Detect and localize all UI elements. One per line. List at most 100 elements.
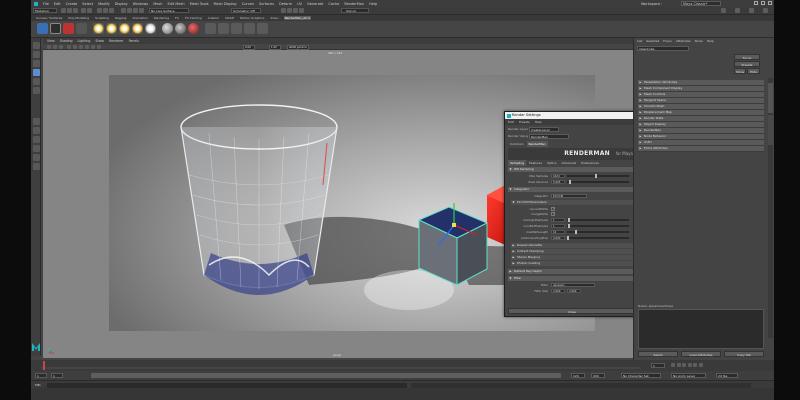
menu-edit[interactable]: Edit xyxy=(54,2,61,6)
menu-select[interactable]: Select xyxy=(82,2,93,6)
photon-guiding-prob-slider[interactable] xyxy=(567,236,629,240)
filter-size-x-field[interactable]: 2.000 xyxy=(551,288,565,293)
attribute-editor-side-tab[interactable] xyxy=(768,83,773,113)
maximize-icon[interactable] xyxy=(761,1,765,5)
max-samples-slider[interactable] xyxy=(567,174,629,178)
step-forward-icon[interactable] xyxy=(693,363,697,367)
light-disk-icon[interactable] xyxy=(132,23,143,34)
tab-sampling[interactable]: Sampling xyxy=(508,160,527,166)
menu-edit-mesh[interactable]: Edit Mesh xyxy=(167,2,184,6)
go-start-icon[interactable] xyxy=(671,363,675,367)
select-button[interactable]: Select xyxy=(638,351,678,357)
paint-select-icon[interactable] xyxy=(32,60,40,67)
persp-outliner-icon[interactable] xyxy=(32,136,40,143)
dialog-close-button[interactable]: Close xyxy=(508,308,636,314)
attr-menu-list[interactable]: List xyxy=(637,39,642,43)
num-bxdf-samples-field[interactable]: 1 xyxy=(551,223,565,228)
menu-curves[interactable]: Curves xyxy=(242,2,254,6)
menu-modify[interactable]: Modify xyxy=(98,2,110,6)
textured-icon[interactable] xyxy=(85,44,89,49)
material-glass-icon[interactable] xyxy=(175,23,186,34)
section-photon-guiding[interactable]: Photon Guiding xyxy=(511,261,633,266)
pixel-variance-slider[interactable] xyxy=(567,180,629,184)
tab-preferences[interactable]: Preferences xyxy=(579,160,601,166)
tab-renderman[interactable]: RenderMan xyxy=(526,141,548,147)
hide-button[interactable]: Hide xyxy=(747,68,760,74)
range-bar[interactable] xyxy=(91,373,561,378)
shelf-tool-icon[interactable] xyxy=(231,23,242,34)
smooth-shade-icon[interactable] xyxy=(79,44,83,49)
shelf-tab-curves[interactable]: Curves / Surfaces xyxy=(35,16,63,20)
attr-row[interactable]: Object Display xyxy=(638,122,764,128)
attr-row[interactable]: Mesh Controls xyxy=(638,92,764,98)
select-tool-icon[interactable] xyxy=(32,42,40,49)
attr-row[interactable]: Node Behavior xyxy=(638,134,764,140)
material-surface-icon[interactable] xyxy=(162,23,173,34)
color-space-select[interactable]: sRGB gamma xyxy=(287,44,309,50)
attr-row[interactable]: UUID xyxy=(638,140,764,146)
menu-mesh-display[interactable]: Mesh Display xyxy=(214,2,237,6)
redo-icon[interactable] xyxy=(87,8,92,13)
playback-start-field[interactable]: 1 xyxy=(51,373,63,378)
select-object-icon[interactable] xyxy=(103,8,108,13)
hypershade-icon[interactable] xyxy=(32,163,40,170)
light-rect-icon[interactable] xyxy=(106,23,117,34)
close-icon[interactable] xyxy=(768,1,772,5)
section-vcm-parameters[interactable]: PxrVCM Parameters xyxy=(511,200,633,205)
menu-generate[interactable]: Generate xyxy=(307,2,323,6)
anim-layer-select[interactable]: No Anim Layer xyxy=(671,373,706,378)
section-integrator[interactable]: Integrator xyxy=(508,187,633,192)
bookmark-icon[interactable] xyxy=(59,44,63,49)
go-end-icon[interactable] xyxy=(698,363,703,367)
menu-create[interactable]: Create xyxy=(66,2,78,6)
shelf-tool-icon[interactable] xyxy=(205,23,216,34)
section-russian-roulette[interactable]: Russian Roulette xyxy=(511,243,633,248)
symmetry-select[interactable]: Symmetry: Off xyxy=(231,8,261,13)
select-hierarchy-icon[interactable] xyxy=(97,8,102,13)
section-indirect-clamping[interactable]: Indirect Clamping xyxy=(511,249,633,254)
attribute-editor-toggle-icon[interactable] xyxy=(735,8,740,13)
fps-select[interactable]: 24 fps xyxy=(716,373,738,378)
select-component-icon[interactable] xyxy=(109,8,114,13)
renderman-render-icon[interactable] xyxy=(37,23,48,34)
menu-help[interactable]: Help xyxy=(369,2,377,6)
snap-view-icon[interactable] xyxy=(139,8,144,13)
attr-menu-help[interactable]: Help xyxy=(707,39,714,43)
dlg-menu-edit[interactable]: Edit xyxy=(508,120,514,124)
vp-menu-lighting[interactable]: Lighting xyxy=(78,39,91,43)
snap-point-icon[interactable] xyxy=(133,8,138,13)
menu-set-select[interactable]: Modeling xyxy=(33,8,57,13)
exposure-field[interactable]: 0.00 xyxy=(243,44,255,50)
outliner-icon[interactable] xyxy=(32,145,40,152)
shelf-tool-icon[interactable] xyxy=(218,23,229,34)
render-frame-icon[interactable] xyxy=(287,8,292,13)
single-view-icon[interactable] xyxy=(32,118,40,125)
wireframe-icon[interactable] xyxy=(73,44,77,49)
renderman-settings-icon[interactable] xyxy=(76,23,87,34)
attr-menu-focus[interactable]: Focus xyxy=(663,39,672,43)
light-distant-icon[interactable] xyxy=(145,23,156,34)
vp-menu-shading[interactable]: Shading xyxy=(60,39,73,43)
four-view-icon[interactable] xyxy=(32,127,40,134)
outliner-toggle-icon[interactable] xyxy=(763,8,768,13)
attr-row[interactable]: Displacement Map xyxy=(638,110,764,116)
section-default-ray-depth[interactable]: Default Ray Depth xyxy=(508,269,633,274)
light-dome-icon[interactable] xyxy=(93,23,104,34)
shelf-tab-mash[interactable]: MASH xyxy=(224,16,235,20)
num-bxdf-samples-slider[interactable] xyxy=(567,224,629,228)
attr-row[interactable]: Extra Attributes xyxy=(638,146,764,152)
max-path-length-slider[interactable] xyxy=(567,230,629,234)
live-surface-field[interactable]: No Live Surface xyxy=(149,8,189,13)
attr-menu-selected[interactable]: Selected xyxy=(646,39,659,43)
play-back-icon[interactable] xyxy=(682,363,686,367)
attr-row[interactable]: RenderMan xyxy=(638,128,764,134)
renderman-ipr-icon[interactable] xyxy=(50,23,61,34)
tab-advanced[interactable]: Advanced xyxy=(559,160,578,166)
render-settings-icon[interactable] xyxy=(299,8,304,13)
menu-deform[interactable]: Deform xyxy=(279,2,292,6)
menu-renderman[interactable]: RenderMan xyxy=(344,2,364,6)
attr-row[interactable]: Render Stats xyxy=(638,116,764,122)
grid-toggle-icon[interactable] xyxy=(67,44,71,49)
menu-cache[interactable]: Cache xyxy=(328,2,339,6)
shelf-tab-fx[interactable]: FX xyxy=(174,16,180,20)
